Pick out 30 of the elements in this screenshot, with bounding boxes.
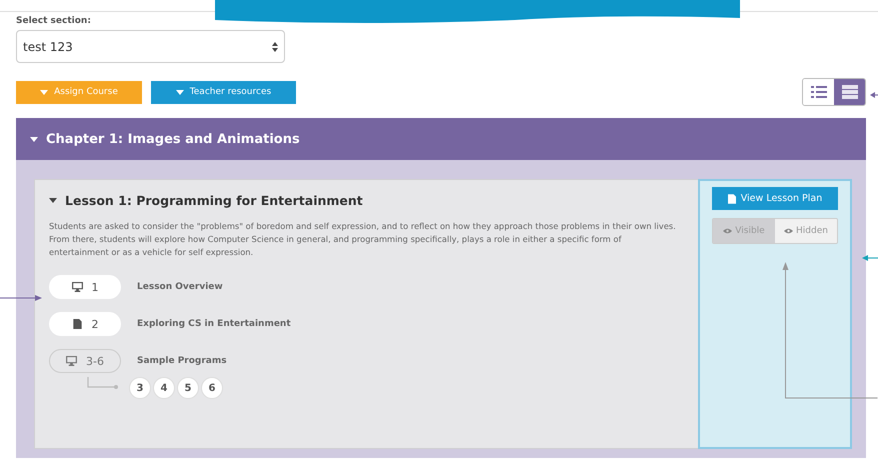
level-bubble[interactable]: 4	[153, 377, 175, 399]
lesson-description: Students are asked to consider the "problems" of boredom and self expression, and to reflect on how they approach those problems in their own lives. From there, students will explore how Computer Science in general, and programming specifically, plays a role in either a specific form of entertainment or as a vehicle for self expression.	[49, 220, 677, 259]
detail-view-button[interactable]	[834, 79, 865, 105]
arrow-line	[870, 91, 878, 99]
rows-icon	[842, 85, 858, 99]
monitor-icon	[72, 282, 82, 292]
level-pill[interactable]: 1	[49, 275, 121, 299]
caret-icon	[40, 90, 48, 94]
document-icon	[72, 319, 82, 329]
updown-icon	[272, 42, 278, 52]
level-pill[interactable]: 2	[49, 312, 121, 336]
level-name: Sample Programs	[137, 356, 227, 366]
section-select[interactable]: test 123	[16, 30, 285, 63]
monitor-icon	[66, 356, 78, 366]
level-name: Exploring CS in Entertainment	[137, 319, 291, 329]
arrow-line	[0, 294, 42, 302]
list-icon	[810, 85, 826, 99]
level-bubble[interactable]: 5	[177, 377, 199, 399]
field-label: Select section:	[16, 16, 92, 26]
eye-icon	[723, 228, 732, 234]
chapter-header[interactable]: Chapter 1: Images and Animations	[16, 118, 866, 160]
level-bubble[interactable]: 3	[129, 377, 151, 399]
eye-icon	[784, 228, 794, 234]
document-icon	[728, 194, 736, 204]
level-pill[interactable]: 3-6	[49, 349, 121, 373]
connector-line	[87, 377, 119, 391]
level-bubble[interactable]: 6	[201, 377, 223, 399]
caret-icon	[176, 90, 184, 94]
level-name: Lesson Overview	[137, 282, 223, 292]
lesson-title[interactable]: Lesson 1: Programming for Entertainment	[49, 193, 684, 208]
